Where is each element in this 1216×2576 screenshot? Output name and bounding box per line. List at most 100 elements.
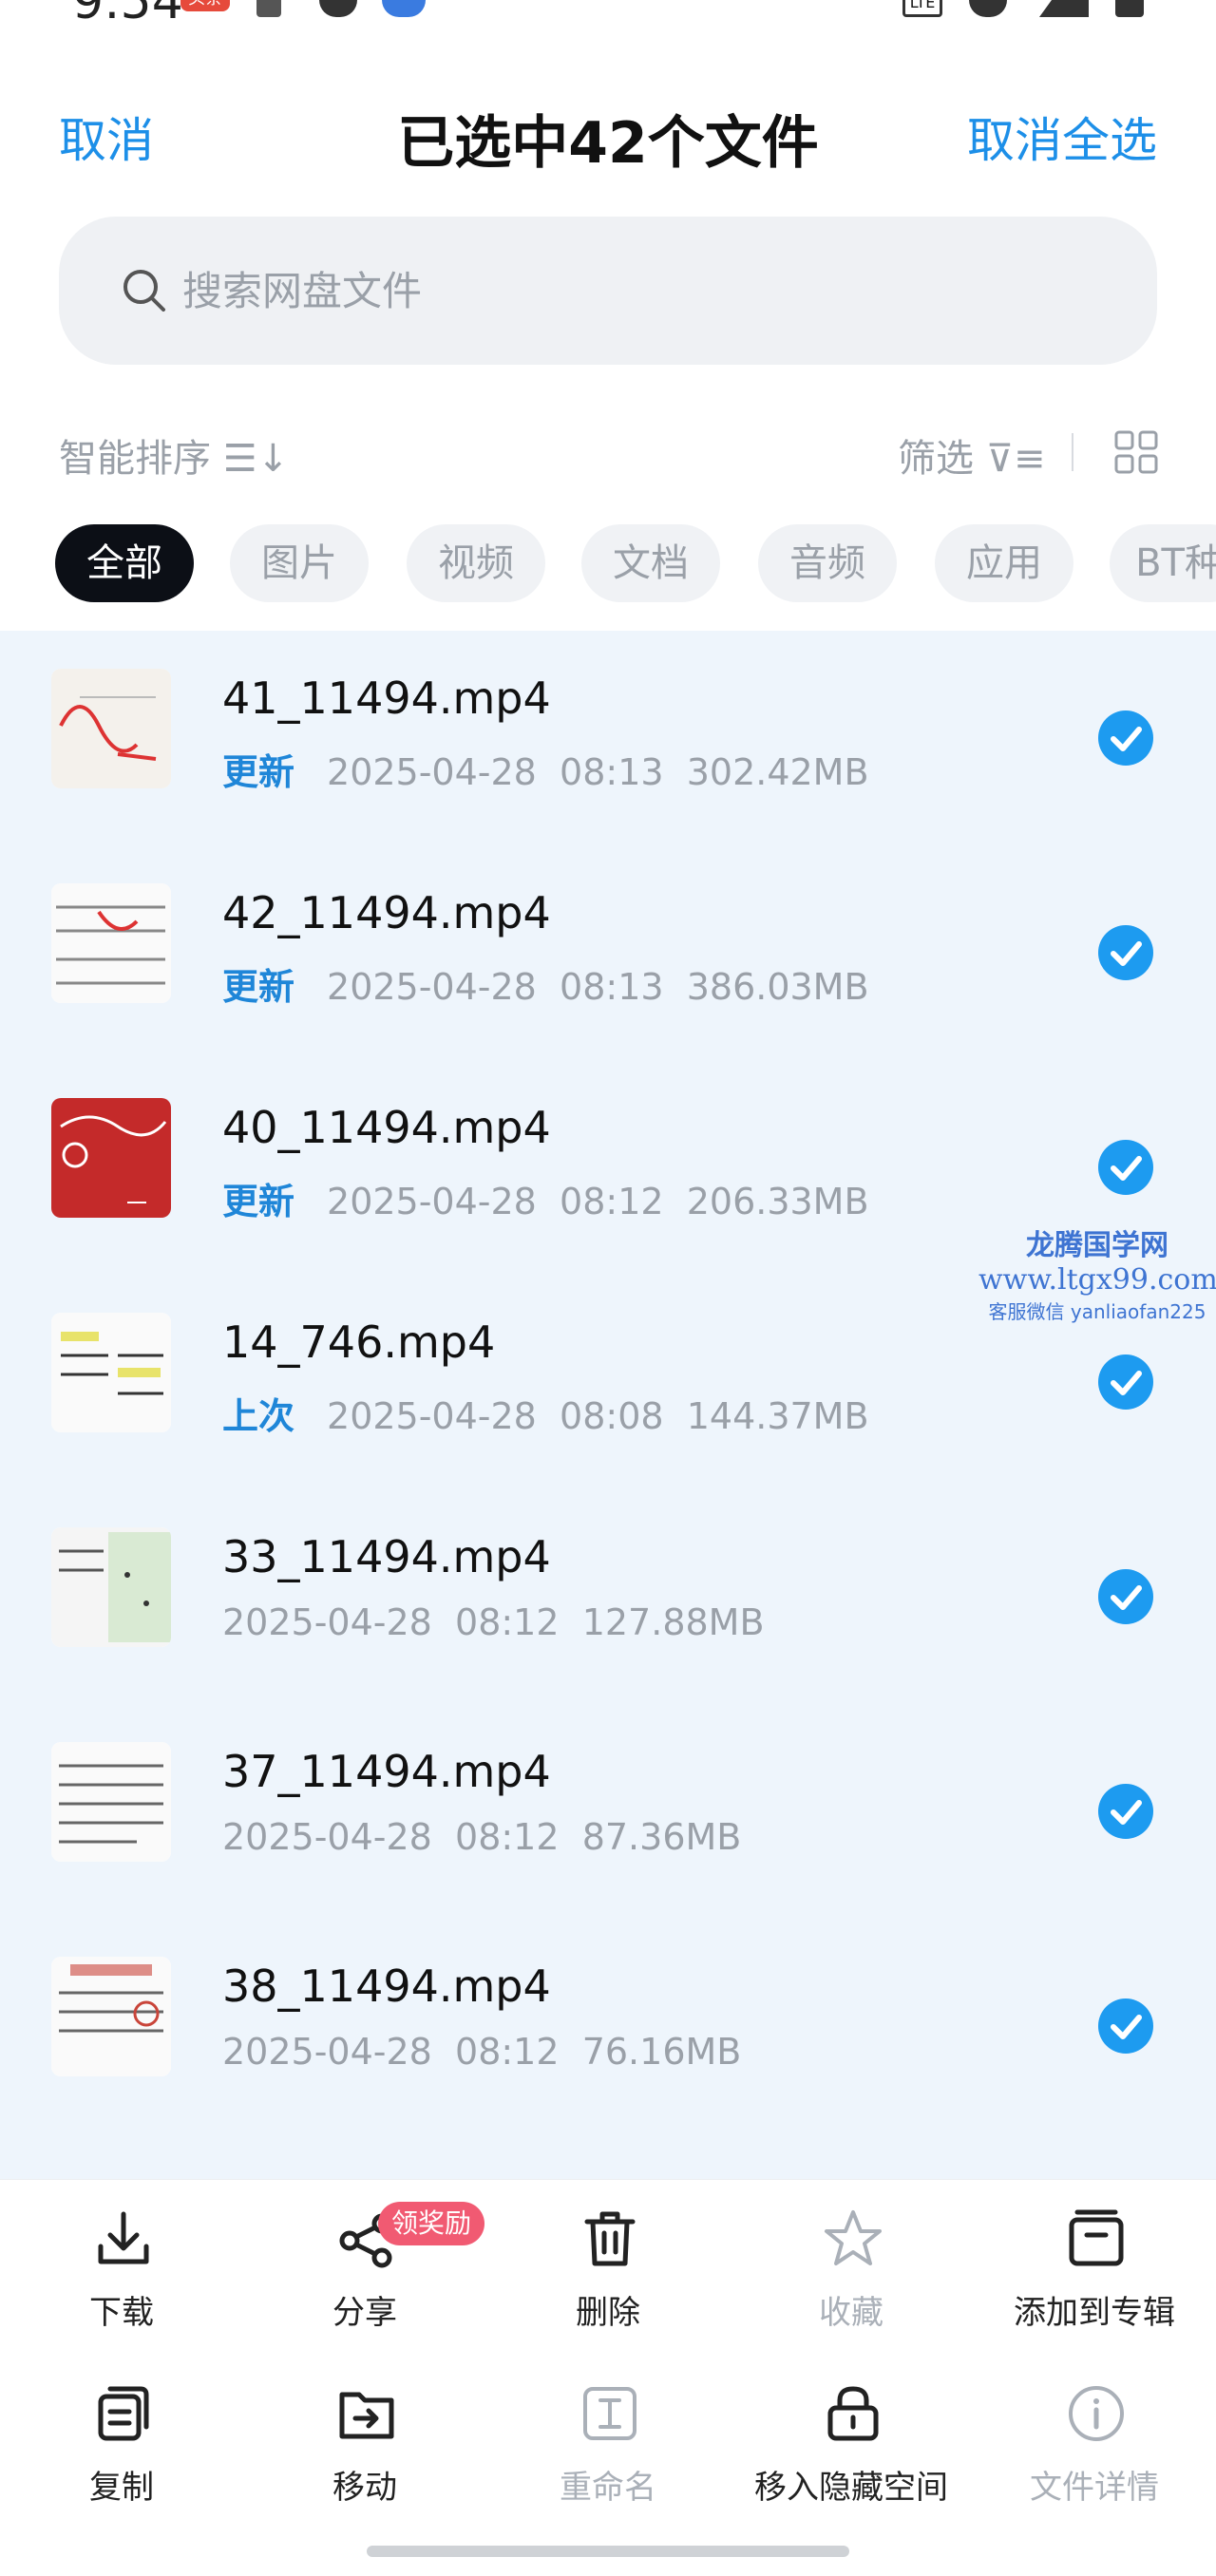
file-date: 2025-04-28 [327,1395,537,1437]
tab-apps[interactable]: 应用 [935,524,1074,602]
file-time: 08:12 [455,1816,560,1858]
file-row[interactable]: 33_11494.mp4 2025-04-28 08:12 127.88MB [0,1489,1216,1704]
copy-icon [98,2386,149,2441]
file-date: 2025-04-28 [222,1816,432,1858]
move-folder-icon [339,2392,394,2439]
filter-button[interactable]: 筛选 ⊽≡ [898,427,1046,483]
video-thumbnail [51,1742,171,1862]
video-thumbnail [51,1957,171,2076]
file-time: 08:08 [560,1395,664,1437]
lte-icon: LTE [902,0,942,17]
battery-icon [1115,0,1144,17]
file-name: 41_11494.mp4 [222,672,551,724]
file-size: 302.42MB [686,751,869,793]
tab-documents[interactable]: 文档 [581,524,720,602]
file-row[interactable]: 37_11494.mp4 2025-04-28 08:12 87.36MB [0,1704,1216,1919]
watermark-url: www.ltgx99.com [978,1263,1216,1297]
file-name: 14_746.mp4 [222,1316,496,1368]
bottom-action-bar: 下载 分享 删除 收藏 添加到专辑 复制 移动 重命名 移入隐藏空间 文件详情 [0,2179,1216,2576]
selected-check-icon[interactable] [1098,1998,1153,2054]
file-tag: 更新 [222,751,295,793]
hide-space-button[interactable]: 移入隐藏空间 [730,2355,973,2507]
app-link-icon [382,0,426,17]
search-bar[interactable] [59,217,1157,365]
file-date: 2025-04-28 [327,966,537,1008]
selected-check-icon[interactable] [1098,710,1153,766]
lock-icon [827,2386,879,2441]
delete-label: 删除 [576,2294,640,2332]
divider [1072,433,1074,471]
tab-images[interactable]: 图片 [230,524,369,602]
add-to-album-label: 添加到专辑 [1014,2294,1175,2332]
download-button[interactable]: 下载 [0,2180,243,2332]
selected-check-icon[interactable] [1098,1784,1153,1839]
watermark-title: 龙腾国学网 [1026,1229,1168,1262]
file-date: 2025-04-28 [327,751,537,793]
rename-button[interactable]: 重命名 [486,2355,730,2507]
news-badge: 头条 [180,0,230,11]
smart-sort-button[interactable]: 智能排序 ☰↓ [59,427,289,483]
file-name: 37_11494.mp4 [222,1746,551,1797]
deselect-all-button[interactable]: 取消全选 [967,103,1157,171]
file-tag: 更新 [222,1181,295,1222]
tab-bt[interactable]: BT种 [1110,524,1216,602]
file-size: 386.03MB [686,966,869,1008]
selection-header: 取消 已选中42个文件 取消全选 [0,85,1216,180]
file-meta: 更新 2025-04-28 08:13 302.42MB [222,743,869,795]
trash-icon [584,2211,636,2266]
selected-check-icon[interactable] [1098,1354,1153,1410]
category-tabs: 全部 图片 视频 文档 音频 应用 BT种 [0,524,1216,606]
video-thumbnail [51,883,171,1003]
favorite-label: 收藏 [819,2294,884,2332]
file-time: 08:12 [455,2031,560,2073]
file-row[interactable]: 42_11494.mp4 更新 2025-04-28 08:13 386.03MB [0,845,1216,1060]
selected-check-icon[interactable] [1098,1569,1153,1624]
battery-saver-icon [256,0,281,17]
file-tag: 更新 [222,966,295,1008]
file-meta: 2025-04-28 08:12 87.36MB [222,1816,741,1858]
file-meta: 2025-04-28 08:12 127.88MB [222,1601,765,1643]
favorite-button[interactable]: 收藏 [730,2180,973,2332]
file-date: 2025-04-28 [222,2031,432,2073]
file-name: 38_11494.mp4 [222,1960,551,2012]
home-indicator[interactable] [367,2546,849,2557]
tab-all[interactable]: 全部 [55,524,194,602]
grid-view-icon[interactable] [1113,429,1159,475]
file-row[interactable]: 38_11494.mp4 2025-04-28 08:12 76.16MB [0,1919,1216,2133]
hide-space-label: 移入隐藏空间 [754,2469,948,2507]
file-name: 33_11494.mp4 [222,1531,551,1582]
selected-check-icon[interactable] [1098,1140,1153,1195]
status-time: 9:54 [72,0,183,30]
file-size: 76.16MB [581,2031,742,2073]
file-details-label: 文件详情 [1030,2469,1159,2507]
watermark-contact: 客服微信 yanliaofan225 [988,1300,1206,1323]
search-input[interactable] [182,255,1037,327]
file-meta: 上次 2025-04-28 08:08 144.37MB [222,1387,869,1439]
file-date: 2025-04-28 [327,1181,537,1222]
tab-audio[interactable]: 音频 [758,524,897,602]
notification-dot-icon [319,0,357,17]
copy-button[interactable]: 复制 [0,2355,243,2507]
delete-button[interactable]: 删除 [486,2180,730,2332]
info-icon [1069,2386,1124,2441]
file-time: 08:12 [560,1181,664,1222]
video-thumbnail [51,1098,171,1218]
add-to-album-button[interactable]: 添加到专辑 [973,2180,1216,2332]
copy-label: 复制 [89,2469,154,2507]
search-icon [124,270,165,312]
file-time: 08:13 [560,751,664,793]
tab-videos[interactable]: 视频 [407,524,545,602]
file-time: 08:12 [455,1601,560,1643]
file-date: 2025-04-28 [222,1601,432,1643]
download-label: 下载 [89,2294,154,2332]
video-thumbnail [51,1313,171,1432]
file-select-screen: 9:54 头条 LTE 取消 已选中42个文件 取消全选 智能排序 ☰↓ 筛选 … [0,0,1216,2576]
file-details-button[interactable]: 文件详情 [973,2355,1216,2507]
file-size: 127.88MB [581,1601,765,1643]
rename-icon [583,2387,636,2440]
selected-check-icon[interactable] [1098,925,1153,980]
file-row[interactable]: 41_11494.mp4 更新 2025-04-28 08:13 302.42MB [0,631,1216,845]
move-button[interactable]: 移动 [243,2355,486,2507]
share-reward-badge: 领奖励 [378,2202,485,2245]
site-watermark: 龙腾国学网 www.ltgx99.com 客服微信 yanliaofan225 [978,1222,1216,1324]
